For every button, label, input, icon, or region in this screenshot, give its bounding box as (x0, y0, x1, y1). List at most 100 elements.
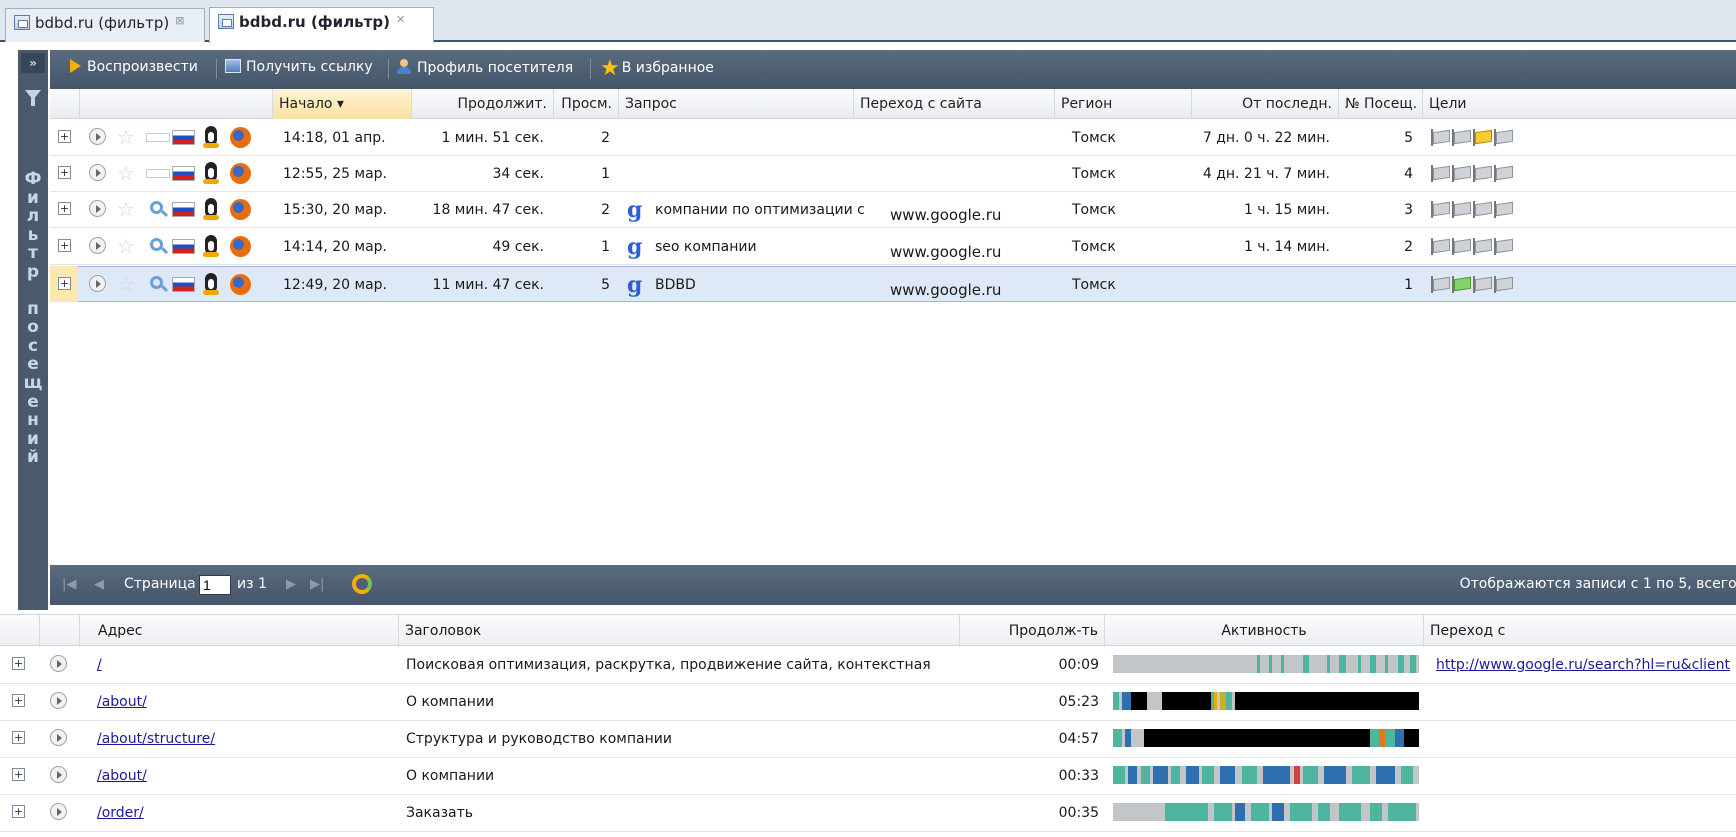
header-start[interactable]: Начало ▾ (273, 89, 412, 119)
header-expander (50, 89, 80, 119)
next-page-icon[interactable]: ▶ (286, 577, 296, 592)
header-from[interactable]: Переход с (1424, 615, 1736, 647)
cell-start: 14:18, 01 апр. (283, 130, 386, 146)
refresh-icon[interactable] (352, 574, 372, 594)
play-page-icon[interactable] (50, 766, 67, 783)
activity-segment (1250, 803, 1270, 821)
play-visit-icon[interactable] (89, 200, 106, 217)
filter-panel: » Фильтрпосещений (18, 50, 48, 610)
visitor-profile-button[interactable]: Профиль посетителя (397, 59, 573, 76)
cell-from[interactable]: http://www.google.ru/search?hl=ru&client (1436, 657, 1730, 673)
activity-segment (1376, 766, 1395, 784)
activity-segment (1226, 692, 1233, 710)
activity-segment (1370, 655, 1377, 673)
play-page-icon[interactable] (50, 655, 67, 672)
header-page-duration[interactable]: Продолж-ть (960, 615, 1105, 647)
visit-row[interactable]: + ☆ 12:49, 20 мар. 11 мин. 47 сек. 5 g B… (50, 266, 1736, 302)
favorite-star-icon[interactable]: ☆ (117, 272, 135, 296)
play-visit-icon[interactable] (89, 237, 106, 254)
header-duration[interactable]: Продолжит. (412, 89, 554, 119)
header-views[interactable]: Просм. (554, 89, 619, 119)
expand-row-button[interactable]: + (58, 202, 71, 215)
header-activity[interactable]: Активность (1105, 615, 1424, 647)
prev-page-icon[interactable]: ◀ (94, 577, 104, 592)
header-referrer[interactable]: Переход с сайта (854, 89, 1055, 119)
header-address[interactable]: Адрес (80, 615, 399, 647)
header-region[interactable]: Регион (1055, 89, 1192, 119)
page-row[interactable]: + /about/ О компании 00:33 (0, 758, 1736, 795)
cell-address[interactable]: / (97, 657, 102, 673)
close-icon[interactable]: ✕ (396, 13, 405, 26)
expand-row-button[interactable]: + (12, 694, 25, 707)
favorite-star-icon[interactable]: ☆ (117, 234, 135, 258)
activity-bar (1113, 803, 1419, 821)
expand-row-button[interactable]: + (58, 130, 71, 143)
address-link[interactable]: /about/ (97, 694, 147, 710)
expand-panel-button[interactable]: » (21, 53, 45, 73)
address-link[interactable]: /order/ (97, 805, 144, 821)
activity-segment (1161, 692, 1211, 710)
link-icon (225, 59, 241, 73)
tab-bar: bdbd.ru (фильтр) ⊠ bdbd.ru (фильтр) ✕ (0, 0, 1736, 43)
visit-row[interactable]: + ☆ 14:18, 01 апр. 1 мин. 51 сек. 2 Томс… (50, 120, 1736, 156)
cell-since-last: 1 ч. 15 мин. (1243, 202, 1330, 218)
play-page-icon[interactable] (50, 692, 67, 709)
favorite-star-icon[interactable]: ☆ (117, 197, 135, 221)
tab-filter-1[interactable]: bdbd.ru (фильтр) ⊠ (5, 8, 205, 42)
tab-filter-2[interactable]: bdbd.ru (фильтр) ✕ (209, 7, 434, 43)
first-page-icon[interactable]: |◀ (62, 577, 76, 592)
filter-panel-label[interactable]: Фильтрпосещений (18, 170, 48, 467)
activity-segment (1370, 729, 1380, 747)
header-goals[interactable]: Цели (1423, 89, 1736, 119)
expand-row-button[interactable]: + (58, 277, 71, 290)
favorite-button[interactable]: ★ В избранное (600, 56, 714, 81)
activity-segment (1370, 803, 1383, 821)
play-page-icon[interactable] (50, 803, 67, 820)
expand-row-button[interactable]: + (12, 805, 25, 818)
address-link[interactable]: / (97, 657, 102, 673)
favorite-star-icon[interactable]: ☆ (117, 161, 135, 185)
cell-query: seo компании (655, 239, 757, 255)
expand-row-button[interactable]: + (12, 657, 25, 670)
get-link-button[interactable]: Получить ссылку (225, 59, 373, 75)
visit-row[interactable]: + ☆ 12:55, 25 мар. 34 сек. 1 Томск 4 дн.… (50, 156, 1736, 192)
play-visit-icon[interactable] (89, 128, 106, 145)
page-row[interactable]: + /about/ О компании 05:23 (0, 684, 1736, 721)
page-row[interactable]: + /about/structure/ Структура и руководс… (0, 721, 1736, 758)
from-link[interactable]: http://www.google.ru/search?hl=ru&client (1436, 657, 1730, 673)
expand-row-button[interactable]: + (12, 768, 25, 781)
page-row[interactable]: + /order/ Заказать 00:35 (0, 795, 1736, 832)
cell-address[interactable]: /order/ (97, 805, 144, 821)
blank-icon (146, 133, 170, 142)
page-row[interactable]: + / Поисковая оптимизация, раскрутка, пр… (0, 647, 1736, 684)
cell-address[interactable]: /about/ (97, 768, 147, 784)
page-label: Страница (124, 576, 196, 592)
cell-page-duration: 00:35 (1058, 805, 1099, 821)
activity-bar (1113, 692, 1419, 710)
visit-row[interactable]: + ☆ 14:14, 20 мар. 49 сек. 1 g seo компа… (50, 229, 1736, 265)
play-page-icon[interactable] (50, 729, 67, 746)
address-link[interactable]: /about/ (97, 768, 147, 784)
activity-segment (1125, 729, 1132, 747)
header-visit-no[interactable]: № Посещ. (1339, 89, 1423, 119)
expand-row-button[interactable]: + (58, 166, 71, 179)
close-icon[interactable]: ⊠ (175, 14, 184, 27)
page-number-input[interactable] (199, 575, 231, 595)
header-title[interactable]: Заголовок (399, 615, 960, 647)
expand-row-button[interactable]: + (12, 731, 25, 744)
expand-row-button[interactable]: + (58, 239, 71, 252)
cell-address[interactable]: /about/structure/ (97, 731, 215, 747)
play-visit-icon[interactable] (89, 164, 106, 181)
play-button[interactable]: Воспроизвести (70, 59, 198, 75)
header-query[interactable]: Запрос (619, 89, 854, 119)
activity-segment (1385, 655, 1389, 673)
play-visit-icon[interactable] (89, 275, 106, 292)
header-expander (0, 615, 40, 647)
cell-address[interactable]: /about/ (97, 694, 147, 710)
goal-flag-icon (1430, 276, 1450, 293)
visit-row[interactable]: + ☆ 15:30, 20 мар. 18 мин. 47 сек. 2 g к… (50, 192, 1736, 228)
favorite-star-icon[interactable]: ☆ (117, 125, 135, 149)
address-link[interactable]: /about/structure/ (97, 731, 215, 747)
header-since-last[interactable]: От последн. (1192, 89, 1339, 119)
last-page-icon[interactable]: ▶| (310, 577, 324, 592)
